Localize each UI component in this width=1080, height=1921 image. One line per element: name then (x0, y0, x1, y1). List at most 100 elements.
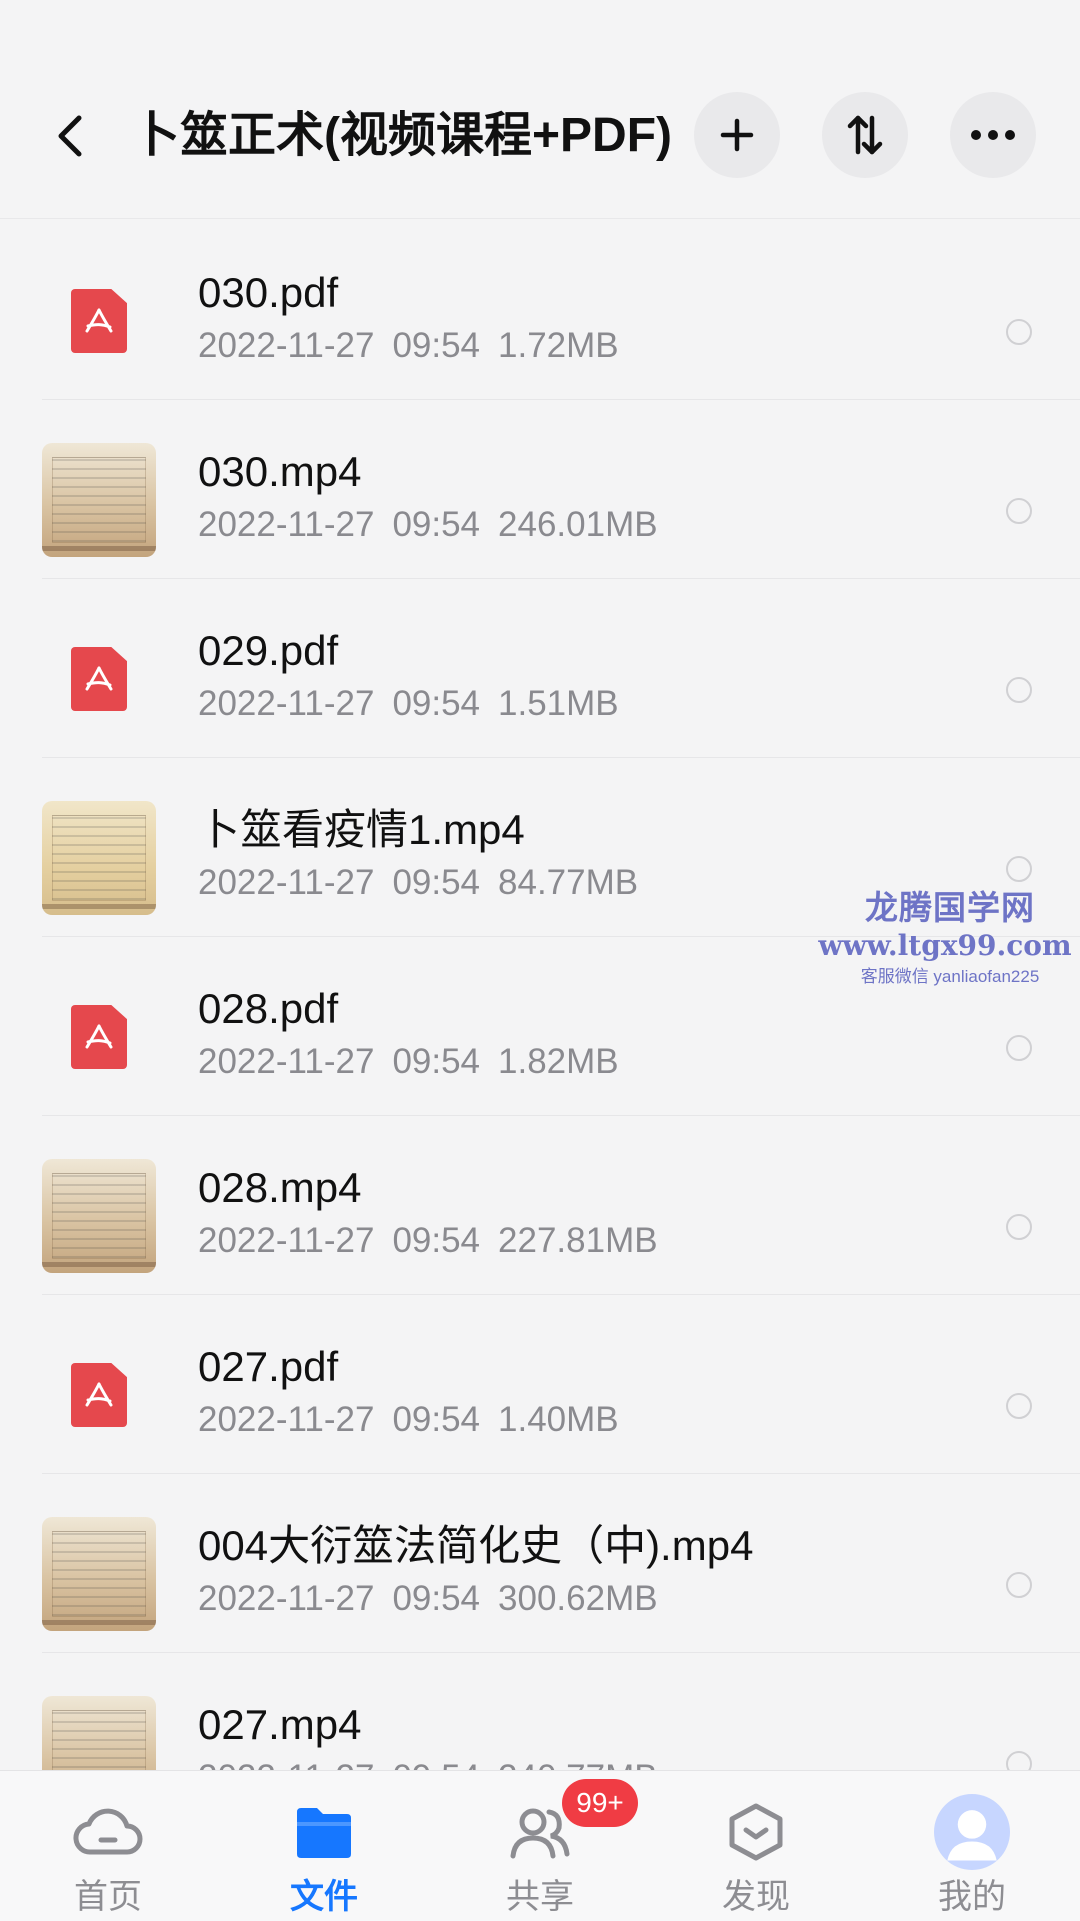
pdf-icon (71, 289, 127, 353)
watermark-url: www.ltgx99.com (818, 929, 1072, 962)
file-meta: 2022-11-27 09:54 240.77MB (198, 1757, 676, 1770)
file-size: 227.81MB (498, 1221, 658, 1260)
file-date: 2022-11-27 (198, 1042, 375, 1081)
pdf-icon (71, 1363, 127, 1427)
select-radio[interactable] (1006, 1035, 1032, 1061)
select-radio[interactable] (1006, 1214, 1032, 1240)
file-date: 2022-11-27 (198, 863, 375, 902)
file-thumbnail (42, 1159, 156, 1273)
file-row[interactable]: 027.mp4 2022-11-27 09:54 240.77MB (0, 1653, 1080, 1770)
file-time: 09:54 (392, 1221, 481, 1260)
file-meta: 2022-11-27 09:54 227.81MB (198, 1220, 676, 1262)
file-meta: 2022-11-27 09:54 300.62MB (198, 1578, 676, 1620)
file-name: 027.mp4 (198, 1701, 362, 1748)
file-name: 028.mp4 (198, 1164, 362, 1211)
nav-item-home[interactable]: 首页 (0, 1771, 216, 1921)
file-time: 09:54 (392, 1579, 481, 1618)
discover-icon (718, 1799, 794, 1865)
chevron-left-icon (58, 115, 82, 157)
file-date: 2022-11-27 (198, 1758, 374, 1770)
select-radio[interactable] (1006, 498, 1032, 524)
cloud-icon (70, 1799, 146, 1865)
select-radio[interactable] (1006, 319, 1032, 345)
file-date: 2022-11-27 (198, 1579, 375, 1618)
plus-icon (720, 118, 754, 152)
watermark-contact: 客服微信 yanliaofan225 (860, 967, 1040, 986)
notification-badge: 99+ (562, 1779, 638, 1827)
video-thumbnail (42, 1696, 156, 1770)
video-thumbnail (42, 801, 156, 915)
select-radio[interactable] (1006, 1572, 1032, 1598)
select-radio[interactable] (1006, 1751, 1032, 1770)
file-row[interactable]: 030.mp4 2022-11-27 09:54 246.01MB (0, 400, 1080, 579)
file-meta: 2022-11-27 09:54 84.77MB (198, 862, 656, 904)
file-name: 030.mp4 (198, 448, 362, 495)
file-date: 2022-11-27 (198, 326, 375, 365)
header-bar: 卜筮正术(视频课程+PDF) (0, 0, 1080, 219)
file-size: 1.40MB (498, 1400, 619, 1439)
file-time: 09:54 (392, 863, 481, 902)
file-time: 09:54 (392, 505, 481, 544)
nav-item-files[interactable]: 文件 (216, 1771, 432, 1921)
watermark: 龙腾国学网 www.ltgx99.com 客服微信 yanliaofan225 (818, 888, 1080, 990)
video-thumbnail (42, 1159, 156, 1273)
select-radio[interactable] (1006, 856, 1032, 882)
file-time: 09:54 (392, 1042, 481, 1081)
more-button[interactable] (950, 92, 1036, 178)
nav-label: 首页 (74, 1878, 142, 1916)
file-name: 030.pdf (198, 269, 339, 316)
file-thumbnail (42, 264, 156, 378)
file-date: 2022-11-27 (198, 1400, 375, 1439)
watermark-title: 龙腾国学网 (865, 889, 1035, 926)
file-date: 2022-11-27 (198, 505, 375, 544)
file-list[interactable]: 030.pdf 2022-11-27 09:54 1.72MB 030.mp4 20… (0, 218, 1080, 1770)
file-time: 09:54 (392, 1758, 480, 1770)
file-name: 028.pdf (198, 985, 339, 1032)
pdf-icon (71, 647, 127, 711)
file-name: 027.pdf (198, 1343, 339, 1390)
folder-icon (286, 1799, 362, 1865)
sort-button[interactable] (822, 92, 908, 178)
select-radio[interactable] (1006, 677, 1032, 703)
select-radio[interactable] (1006, 1393, 1032, 1419)
file-row[interactable]: 028.mp4 2022-11-27 09:54 227.81MB (0, 1116, 1080, 1295)
file-row[interactable]: 030.pdf 2022-11-27 09:54 1.72MB (0, 221, 1080, 400)
file-thumbnail (42, 1517, 156, 1631)
file-size: 1.72MB (498, 326, 619, 365)
back-button[interactable] (44, 100, 96, 172)
file-size: 246.01MB (498, 505, 658, 544)
file-time: 09:54 (392, 684, 481, 723)
file-meta: 2022-11-27 09:54 1.72MB (198, 325, 637, 367)
ellipsis-icon (971, 130, 1015, 140)
file-name: 004大衍筮法简化史（中).mp4 (198, 1522, 754, 1569)
nav-label: 我的 (938, 1878, 1006, 1916)
file-thumbnail (42, 980, 156, 1094)
file-time: 09:54 (392, 326, 481, 365)
file-row[interactable]: 027.pdf 2022-11-27 09:54 1.40MB (0, 1295, 1080, 1474)
file-thumbnail (42, 622, 156, 736)
file-size: 84.77MB (498, 863, 639, 902)
nav-label: 共享 (506, 1878, 574, 1916)
file-meta: 2022-11-27 09:54 1.40MB (198, 1399, 637, 1441)
file-size: 240.77MB (498, 1758, 658, 1770)
file-thumbnail (42, 1696, 156, 1770)
file-row[interactable]: 004大衍筮法简化史（中).mp4 2022-11-27 09:54 300.62M… (0, 1474, 1080, 1653)
file-meta: 2022-11-27 09:54 246.01MB (198, 504, 676, 546)
avatar-icon (934, 1794, 1010, 1870)
file-row[interactable]: 029.pdf 2022-11-27 09:54 1.51MB (0, 579, 1080, 758)
file-date: 2022-11-27 (198, 1221, 375, 1260)
pdf-icon (71, 1005, 127, 1069)
file-size: 1.82MB (498, 1042, 619, 1081)
file-name: 卜筮看疫情1.mp4 (198, 806, 525, 853)
nav-item-discover[interactable]: 发现 (648, 1771, 864, 1921)
file-name: 029.pdf (198, 627, 339, 674)
nav-label: 文件 (290, 1878, 358, 1916)
add-button[interactable] (694, 92, 780, 178)
file-meta: 2022-11-27 09:54 1.51MB (198, 683, 637, 725)
video-thumbnail (42, 443, 156, 557)
file-thumbnail (42, 443, 156, 557)
nav-item-me[interactable]: 我的 (864, 1771, 1080, 1921)
file-time: 09:54 (392, 1400, 481, 1439)
page-title: 卜筮正术(视频课程+PDF) (132, 109, 672, 162)
file-size: 300.62MB (498, 1579, 658, 1618)
